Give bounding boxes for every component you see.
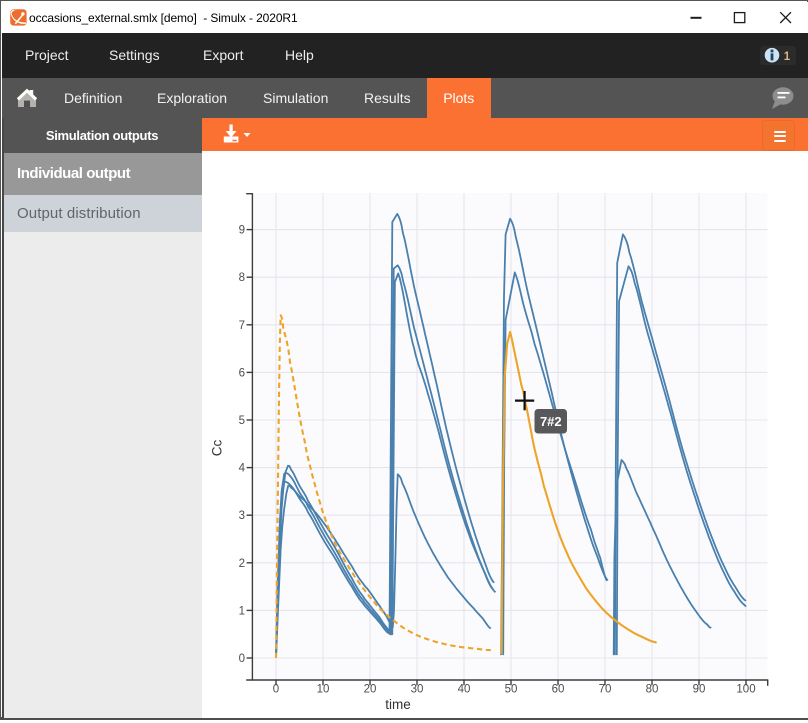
svg-text:0: 0 (273, 684, 279, 696)
svg-text:time: time (385, 697, 411, 712)
svg-text:1: 1 (784, 51, 791, 63)
svg-text:40: 40 (458, 684, 471, 696)
svg-text:2: 2 (239, 558, 245, 570)
svg-text:0: 0 (239, 653, 245, 665)
svg-text:9: 9 (239, 225, 245, 237)
svg-text:90: 90 (693, 684, 706, 696)
svg-text:3: 3 (239, 510, 245, 522)
svg-text:50: 50 (505, 684, 518, 696)
svg-text:30: 30 (411, 684, 424, 696)
svg-text:8: 8 (239, 272, 245, 284)
svg-text:10: 10 (317, 684, 330, 696)
svg-text:1: 1 (239, 605, 245, 617)
svg-text:20: 20 (364, 684, 377, 696)
svg-text:60: 60 (552, 684, 565, 696)
svg-text:7: 7 (239, 320, 245, 332)
svg-text:100: 100 (736, 684, 755, 696)
svg-text:7#2: 7#2 (540, 414, 562, 429)
svg-text:70: 70 (599, 684, 612, 696)
svg-text:4: 4 (239, 463, 246, 475)
svg-text:Cc: Cc (210, 440, 225, 457)
svg-text:80: 80 (646, 684, 659, 696)
svg-text:6: 6 (239, 367, 245, 379)
svg-text:5: 5 (239, 415, 245, 427)
